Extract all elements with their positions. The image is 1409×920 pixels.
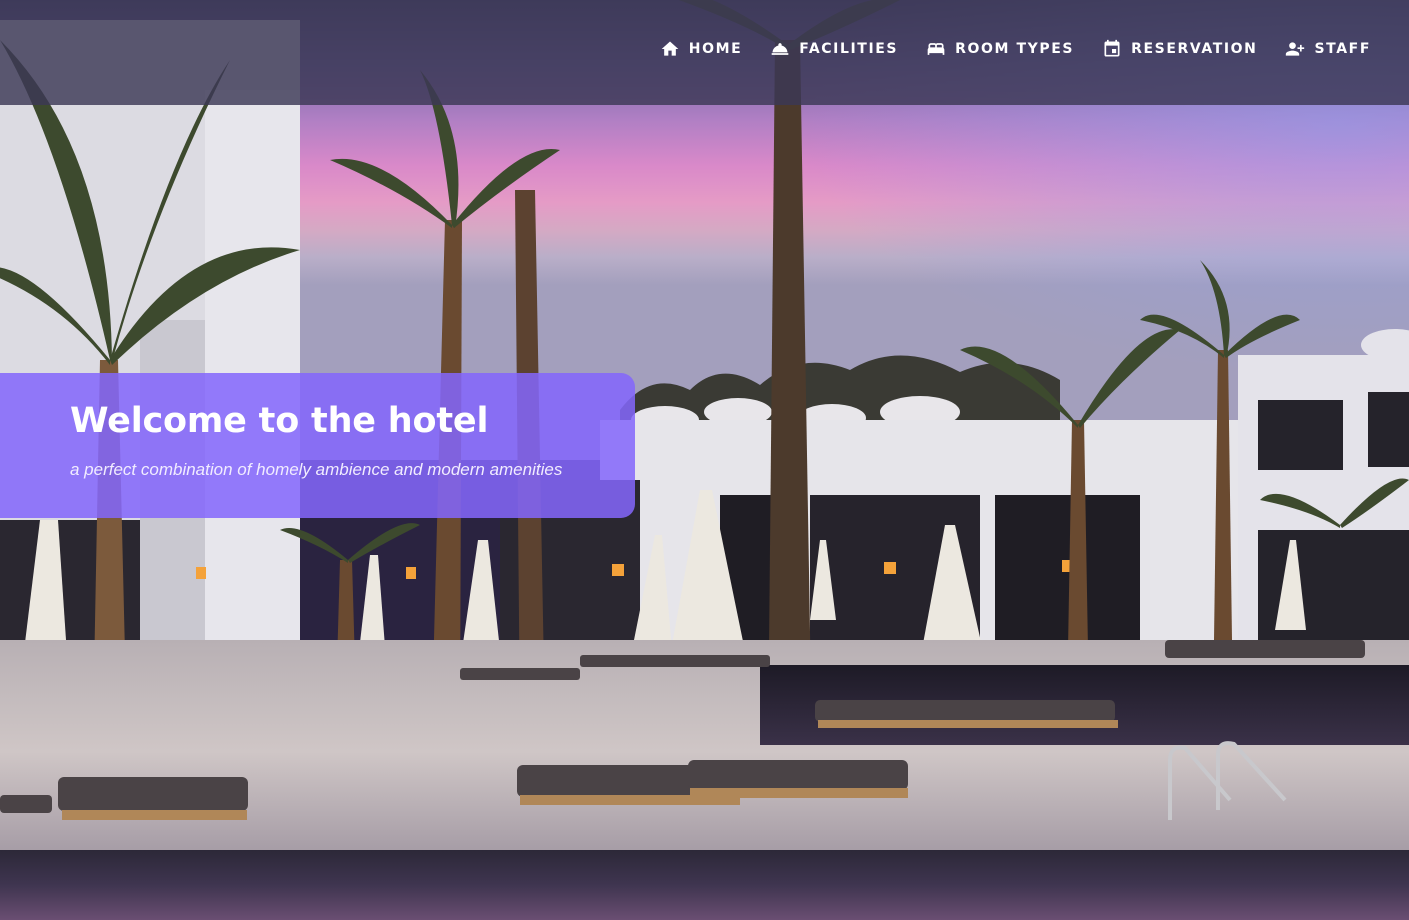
nav-item-facilities[interactable]: FACILITIES [769,38,898,60]
pool-water [0,850,1409,920]
bed-icon [925,38,947,60]
nav-item-home[interactable]: HOME [659,38,743,60]
calendar-icon [1101,38,1123,60]
nav-menu: HOME FACILITIES ROOM TYPES RESERVATION S… [659,38,1371,60]
nav-item-label: STAFF [1314,41,1371,57]
nav-item-staff[interactable]: STAFF [1284,38,1371,60]
nav-item-label: FACILITIES [799,41,899,57]
nav-item-reservation[interactable]: RESERVATION [1101,38,1257,60]
nav-item-label: RESERVATION [1131,41,1258,57]
top-navbar: HOME FACILITIES ROOM TYPES RESERVATION S… [0,0,1409,105]
nav-item-room-types[interactable]: ROOM TYPES [925,38,1074,60]
nav-item-label: ROOM TYPES [955,41,1075,57]
welcome-title: Welcome to the hotel [70,401,489,441]
staff-icon [1284,38,1306,60]
welcome-banner: Welcome to the hotel a perfect combinati… [0,373,635,518]
facilities-icon [769,38,791,60]
home-icon [659,38,681,60]
welcome-subtitle: a perfect combination of homely ambience… [70,460,563,479]
nav-item-label: HOME [688,41,743,57]
